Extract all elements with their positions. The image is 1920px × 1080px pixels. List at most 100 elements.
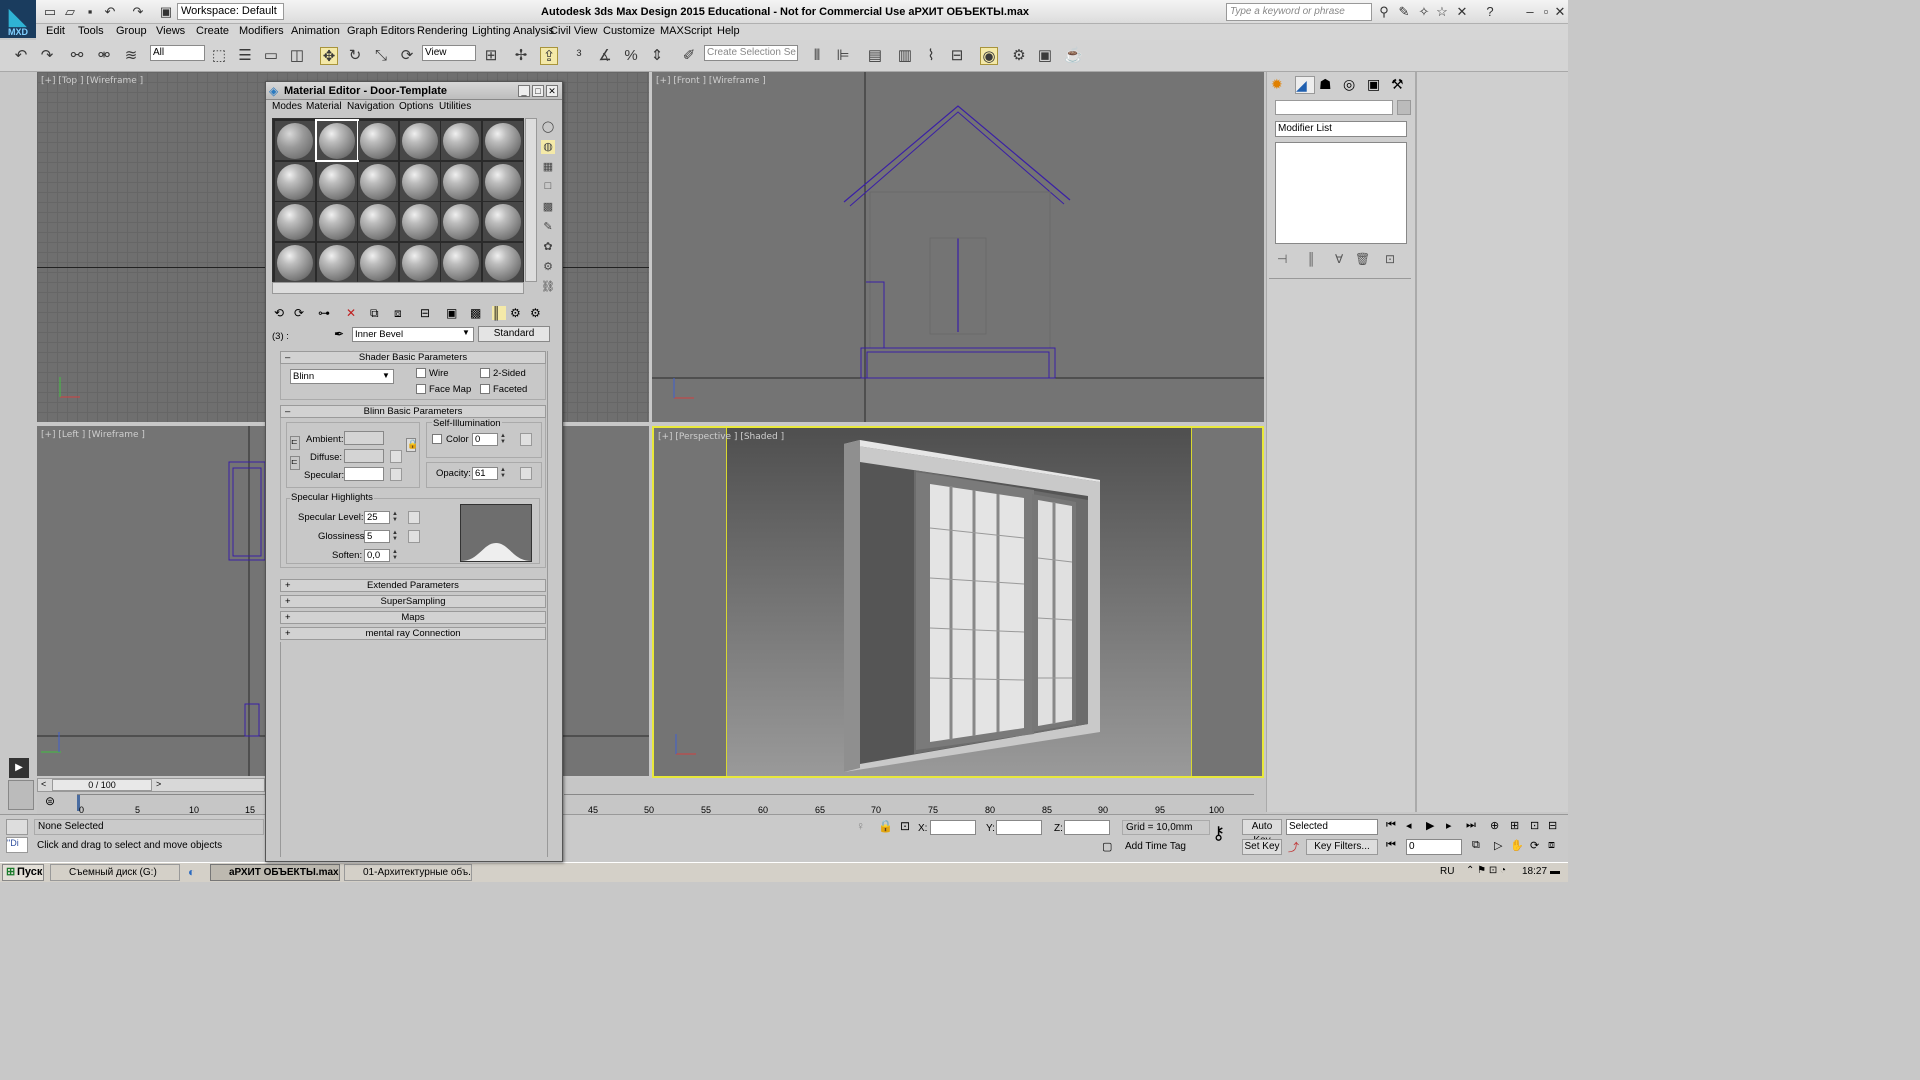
communication-icon[interactable]: ✧: [1416, 4, 1432, 20]
extended-parameters-rollout[interactable]: + Extended Parameters: [280, 579, 546, 592]
taskbar-item-active[interactable]: аРХИТ ОБЪЕКТЫ.max...: [210, 864, 340, 881]
specular-level-map-button[interactable]: [408, 511, 420, 524]
align-icon[interactable]: ⊫: [834, 47, 852, 65]
mental-ray-connection-rollout[interactable]: + mental ray Connection: [280, 627, 546, 640]
unlink-icon[interactable]: ⚮: [95, 47, 113, 65]
make-preview-icon[interactable]: ✎: [541, 220, 555, 234]
material-sample-slot[interactable]: [441, 161, 481, 201]
rendered-frame-window-icon[interactable]: ▣: [1036, 47, 1054, 65]
material-map-navigator-icon[interactable]: ⛓: [541, 280, 555, 294]
put-to-library-icon[interactable]: ⊟: [420, 306, 430, 320]
snaps-toggle-icon[interactable]: ³: [570, 47, 588, 65]
go-to-end-icon[interactable]: ⏭: [1466, 819, 1476, 832]
schematic-view-icon[interactable]: ⊟: [948, 47, 966, 65]
spinner-snap-icon[interactable]: ⇕: [648, 47, 666, 65]
opacity-spinner[interactable]: ▲ ▼: [500, 467, 508, 480]
viewport-label[interactable]: [+] [Top ] [Wireframe ]: [41, 76, 143, 86]
self-illum-map-button[interactable]: [520, 433, 532, 446]
save-icon[interactable]: ▪: [82, 4, 98, 20]
track-bar-right[interactable]: 45 50 55 60 65 70 75 80 85 90 95 100: [564, 794, 1254, 815]
sample-type-icon[interactable]: ◯: [541, 120, 555, 134]
add-time-tag[interactable]: Add Time Tag: [1122, 840, 1210, 855]
blinn-basic-rollout[interactable]: – Blinn Basic Parameters: [280, 405, 546, 418]
me-menu-utilities[interactable]: Utilities: [439, 101, 471, 112]
material-sample-slot[interactable]: [441, 121, 481, 160]
menu-animation[interactable]: Animation: [291, 25, 340, 37]
specular-level-value[interactable]: 25: [364, 511, 390, 524]
pan-icon[interactable]: ✋: [1510, 839, 1524, 852]
backlight-icon[interactable]: ◍: [541, 140, 555, 154]
time-slider-thumb[interactable]: 0 / 100: [52, 779, 152, 791]
options-icon[interactable]: ✿: [541, 240, 555, 254]
prev-frame-icon[interactable]: <: [41, 779, 46, 789]
bind-spacewarp-icon[interactable]: ≋: [122, 47, 140, 65]
material-name-field[interactable]: Inner Bevel: [352, 327, 474, 342]
taskbar-item[interactable]: 01-Архитектурные объ...: [344, 864, 472, 881]
me-menu-modes[interactable]: Modes: [272, 101, 302, 112]
configure-sets-icon[interactable]: ⊡: [1385, 252, 1395, 266]
material-sample-slot[interactable]: [358, 121, 398, 160]
open-file-icon[interactable]: ▱: [62, 4, 78, 20]
play-animation-icon[interactable]: ▶: [1426, 819, 1434, 832]
pivot-center-icon[interactable]: ⊞: [482, 47, 500, 65]
favorites-icon[interactable]: ☆: [1434, 4, 1450, 20]
motion-tab-icon[interactable]: ◎: [1343, 76, 1363, 94]
zoom-icon[interactable]: ⊕: [1490, 819, 1499, 832]
chevron-down-icon[interactable]: ▼: [462, 328, 470, 337]
eyedropper-icon[interactable]: ✒: [334, 327, 344, 341]
modifier-list-dropdown[interactable]: Modifier List: [1275, 121, 1407, 137]
soften-value[interactable]: 0,0: [364, 549, 390, 562]
menu-help[interactable]: Help: [717, 25, 740, 37]
modifier-stack[interactable]: [1275, 142, 1407, 244]
orbit-icon[interactable]: ⟳: [1530, 839, 1539, 852]
faceted-checkbox[interactable]: [480, 384, 490, 394]
material-sample-slot[interactable]: [314, 119, 359, 162]
menu-edit[interactable]: Edit: [46, 25, 65, 37]
zoom-extents-icon[interactable]: ⊡: [1530, 819, 1539, 832]
self-illum-spinner[interactable]: ▲ ▼: [500, 433, 508, 446]
menu-modifiers[interactable]: Modifiers: [239, 25, 284, 37]
browser-icon[interactable]: ◐: [188, 865, 195, 879]
pin-stack-icon[interactable]: ⊣: [1277, 252, 1287, 266]
material-sample-slot[interactable]: [316, 242, 357, 282]
select-manipulate-icon[interactable]: ✢: [512, 47, 530, 65]
wire-checkbox[interactable]: [416, 368, 426, 378]
taskbar-item[interactable]: Съемный диск (G:): [50, 864, 180, 881]
diffuse-map-button[interactable]: [390, 450, 402, 463]
minimize-icon[interactable]: _: [518, 85, 530, 97]
z-coordinate-field[interactable]: [1064, 820, 1110, 835]
isolate-selection-icon[interactable]: ♀: [856, 819, 865, 833]
menu-customize[interactable]: Customize: [603, 25, 655, 37]
me-menu-navigation[interactable]: Navigation: [347, 101, 394, 112]
render-production-icon[interactable]: ☕: [1064, 47, 1083, 65]
rect-selection-icon[interactable]: ▭: [262, 47, 280, 65]
x-coordinate-field[interactable]: [930, 820, 976, 835]
new-file-icon[interactable]: ▭: [42, 4, 58, 20]
show-end-result-icon[interactable]: ║: [492, 306, 506, 320]
play-icon[interactable]: ▶: [9, 758, 29, 778]
key-mode-icon[interactable]: ⤴: [1288, 839, 1299, 855]
me-menu-material[interactable]: Material: [306, 101, 342, 112]
set-key-big-icon[interactable]: ⚷: [1212, 823, 1236, 849]
exchange-icon[interactable]: ✕: [1454, 4, 1470, 20]
supersampling-rollout[interactable]: + SuperSampling: [280, 595, 546, 608]
absolute-mode-icon[interactable]: ⊡: [900, 819, 910, 833]
specular-color-swatch[interactable]: [344, 467, 384, 481]
mirror-icon[interactable]: ⫴: [808, 47, 826, 65]
show-end-result-icon[interactable]: ║: [1307, 252, 1316, 266]
modify-tab-icon[interactable]: ◢: [1295, 76, 1315, 94]
material-sample-slot[interactable]: [482, 242, 523, 282]
select-object-icon[interactable]: ⬚: [210, 47, 228, 65]
material-sample-slot[interactable]: [482, 121, 523, 160]
current-frame-field[interactable]: 0: [1406, 839, 1462, 855]
create-tab-icon[interactable]: ✹: [1271, 76, 1291, 94]
window-crossing-icon[interactable]: ◫: [288, 47, 306, 65]
material-sample-slot[interactable]: [441, 242, 481, 282]
specular-map-button[interactable]: [390, 468, 402, 481]
close-icon[interactable]: ✕: [1552, 4, 1568, 20]
viewport-perspective[interactable]: [+] [Perspective ] [Shaded ]: [652, 426, 1264, 778]
go-to-parent-icon[interactable]: ⚙: [510, 306, 521, 320]
time-config-icon[interactable]: ⧉: [1472, 839, 1480, 852]
help-icon[interactable]: ?: [1482, 4, 1498, 20]
reset-map-icon[interactable]: ✕: [346, 306, 356, 320]
